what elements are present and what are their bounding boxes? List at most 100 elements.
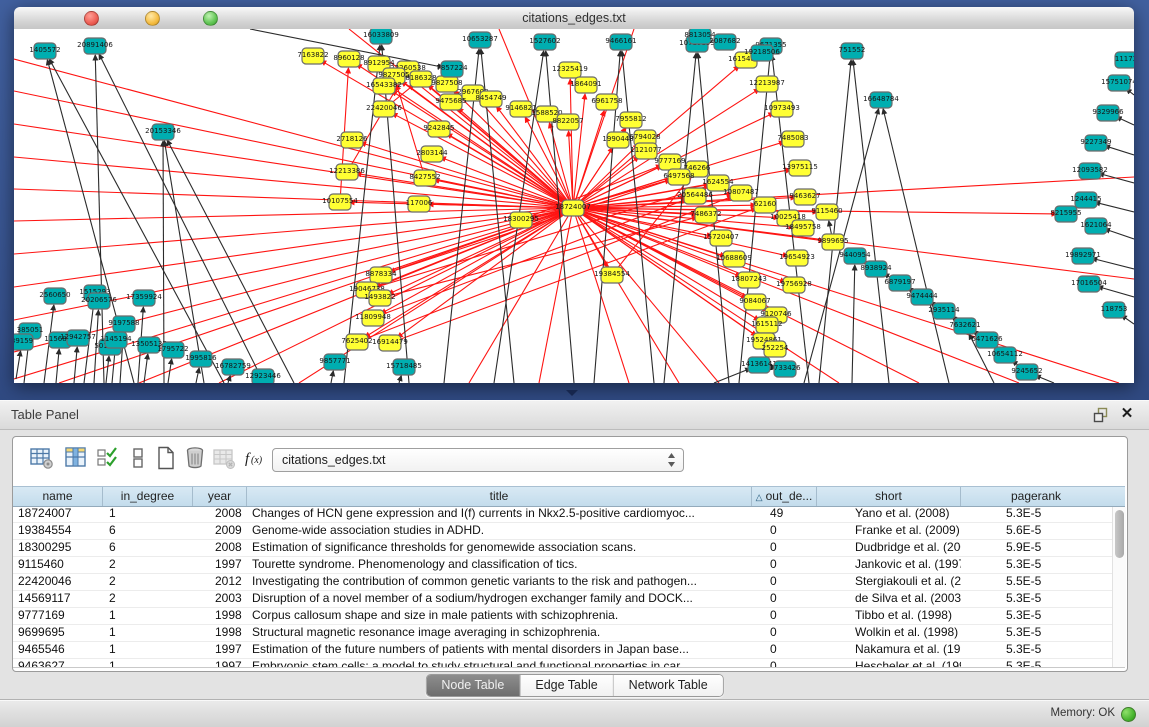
column-header-year[interactable]: year <box>193 487 247 506</box>
graph-node[interactable]: 1244415 <box>1070 192 1101 208</box>
graph-node[interactable]: 1527602 <box>529 34 560 50</box>
graph-node[interactable]: 9475685 <box>435 94 466 110</box>
vertical-scrollbar[interactable] <box>1112 507 1126 667</box>
graph-node[interactable]: 252254 <box>762 341 789 357</box>
graph-node[interactable]: 1795722 <box>157 342 188 358</box>
splitter-handle[interactable] <box>566 390 578 396</box>
close-panel-icon[interactable]: ✕ <box>1119 406 1135 422</box>
column-header-pagerank[interactable]: pagerank <box>961 487 1111 506</box>
graph-node[interactable]: 7857224 <box>436 61 468 77</box>
graph-node[interactable]: 6879197 <box>884 275 915 291</box>
graph-node[interactable]: 9857771 <box>319 354 350 370</box>
column-header-name[interactable]: name <box>13 487 103 506</box>
graph-node[interactable]: 751552 <box>839 43 866 59</box>
graph-node[interactable]: 10688609 <box>716 251 752 267</box>
network-canvas[interactable]: 1872400771638228960128891295422260538982… <box>14 29 1134 383</box>
graph-node[interactable]: 10107554 <box>322 194 358 210</box>
window-titlebar[interactable]: citations_edges.txt <box>14 7 1134 30</box>
graph-node[interactable]: 7486372 <box>690 207 721 223</box>
graph-node[interactable]: 19892971 <box>1065 248 1101 264</box>
network-table-select[interactable]: citations_edges.txt <box>272 448 684 472</box>
graph-node[interactable]: 12325419 <box>552 62 588 78</box>
graph-node[interactable]: 8822057 <box>552 114 583 130</box>
table-row[interactable]: 1872400712008Changes of HCN gene express… <box>13 506 1125 523</box>
graph-node[interactable]: 118753 <box>1101 302 1128 318</box>
graph-node[interactable]: 9242845 <box>423 121 454 137</box>
graph-node[interactable]: 8938924 <box>860 261 892 277</box>
graph-node[interactable]: 8454749 <box>475 91 506 107</box>
float-panel-icon[interactable] <box>1093 407 1109 423</box>
graph-node[interactable]: 9245652 <box>1011 364 1042 380</box>
graph-node[interactable]: 1733426 <box>769 361 801 377</box>
graph-node[interactable]: 11809948 <box>355 310 391 326</box>
graph-node[interactable]: 8215955 <box>1050 206 1081 222</box>
graph-node[interactable]: 16033809 <box>363 29 399 44</box>
graph-node[interactable]: 16648784 <box>863 92 899 108</box>
table-row[interactable]: 1830029562008Estimation of significance … <box>13 540 1125 557</box>
graph-node[interactable]: 16914479 <box>372 335 408 351</box>
scrollbar-thumb[interactable] <box>1115 510 1124 558</box>
graph-node[interactable]: 15718485 <box>386 359 422 375</box>
graph-node[interactable]: 16543382 <box>366 78 402 94</box>
function-builder-icon[interactable]: f (x) <box>242 445 268 471</box>
graph-node[interactable]: 2560650 <box>39 288 70 304</box>
show-columns-icon[interactable] <box>63 445 89 471</box>
column-header-title[interactable]: title <box>247 487 752 506</box>
graph-node[interactable]: 1145194 <box>100 332 132 348</box>
table-row[interactable]: 2242004622012Investigating the contribut… <box>13 574 1125 591</box>
graph-node[interactable]: 1493822 <box>364 290 395 306</box>
table-row[interactable]: 1456911722003Disruption of a novel membe… <box>13 591 1125 608</box>
graph-node[interactable]: 11173 <box>1115 52 1134 68</box>
graph-node[interactable]: 9466161 <box>605 34 636 50</box>
delete-table-icon[interactable] <box>182 445 208 471</box>
graph-node[interactable]: 9227349 <box>1080 135 1111 151</box>
graph-node[interactable]: 2718126 <box>336 132 368 148</box>
import-table-icon[interactable] <box>211 445 237 471</box>
graph-node[interactable]: 19756928 <box>776 277 812 293</box>
graph-node[interactable]: 17016504 <box>1071 276 1107 292</box>
graph-node[interactable]: 20891406 <box>77 38 113 54</box>
graph-node[interactable]: 20153346 <box>145 124 181 140</box>
graph-node[interactable]: 1864091 <box>570 77 601 93</box>
table-row[interactable]: 977716911998Corpus callosum shape and si… <box>13 608 1125 625</box>
select-all-icon[interactable] <box>95 445 121 471</box>
graph-node[interactable]: 117006 <box>406 196 433 212</box>
graph-node[interactable]: 12093582 <box>1072 163 1108 179</box>
graph-node[interactable]: 8960128 <box>333 51 364 67</box>
graph-node[interactable]: 13975115 <box>782 160 818 176</box>
graph-node[interactable]: 20206576 <box>81 293 117 309</box>
graph-node[interactable]: 2087682 <box>709 34 740 50</box>
graph-node[interactable]: 9899695 <box>817 234 848 250</box>
graph-node[interactable]: 9474444 <box>906 289 938 305</box>
graph-node[interactable]: 10653287 <box>462 32 498 48</box>
table-row[interactable]: 946554611997Estimation of the future num… <box>13 642 1125 659</box>
graph-node[interactable]: 7632621 <box>949 318 980 334</box>
graph-node[interactable]: 10807487 <box>723 185 759 201</box>
table-row[interactable]: 1938455462009Genome-wide association stu… <box>13 523 1125 540</box>
graph-node[interactable]: 1995816 <box>185 351 217 367</box>
new-table-icon[interactable] <box>153 445 179 471</box>
graph-node[interactable]: 18300295 <box>503 212 539 228</box>
column-header-in_degree[interactable]: in_degree <box>103 487 193 506</box>
graph-node[interactable]: 22420046 <box>366 101 402 117</box>
graph-node[interactable]: 1405572 <box>29 43 60 59</box>
graph-node[interactable]: 10654112 <box>987 347 1023 363</box>
graph-node[interactable]: 9463627 <box>789 189 820 205</box>
graph-node[interactable]: 7955812 <box>615 112 646 128</box>
graph-node[interactable]: 17359924 <box>126 290 162 306</box>
graph-node[interactable]: 8427552 <box>409 170 440 186</box>
graph-node[interactable]: 6471626 <box>971 332 1003 348</box>
graph-node[interactable]: 1621064 <box>1080 218 1112 234</box>
graph-node[interactable]: 12213987 <box>749 76 785 92</box>
tab-network-table[interactable]: Network Table <box>614 675 723 696</box>
graph-node[interactable]: 7625402 <box>341 334 372 350</box>
table-row[interactable]: 911546021997Tourette syndrome. Phenomeno… <box>13 557 1125 574</box>
graph-node[interactable]: 62160 <box>754 197 776 213</box>
graph-node[interactable]: 12923446 <box>245 369 281 383</box>
graph-node[interactable]: 1615112 <box>751 317 782 333</box>
graph-node[interactable]: 9115460 <box>811 204 842 220</box>
graph-node[interactable]: 18495758 <box>785 220 821 236</box>
table-row[interactable]: 946362711997Embryonic stem cells: a mode… <box>13 659 1125 667</box>
graph-node[interactable]: 7163822 <box>297 48 328 64</box>
graph-node[interactable]: 15751074 <box>1101 75 1134 91</box>
